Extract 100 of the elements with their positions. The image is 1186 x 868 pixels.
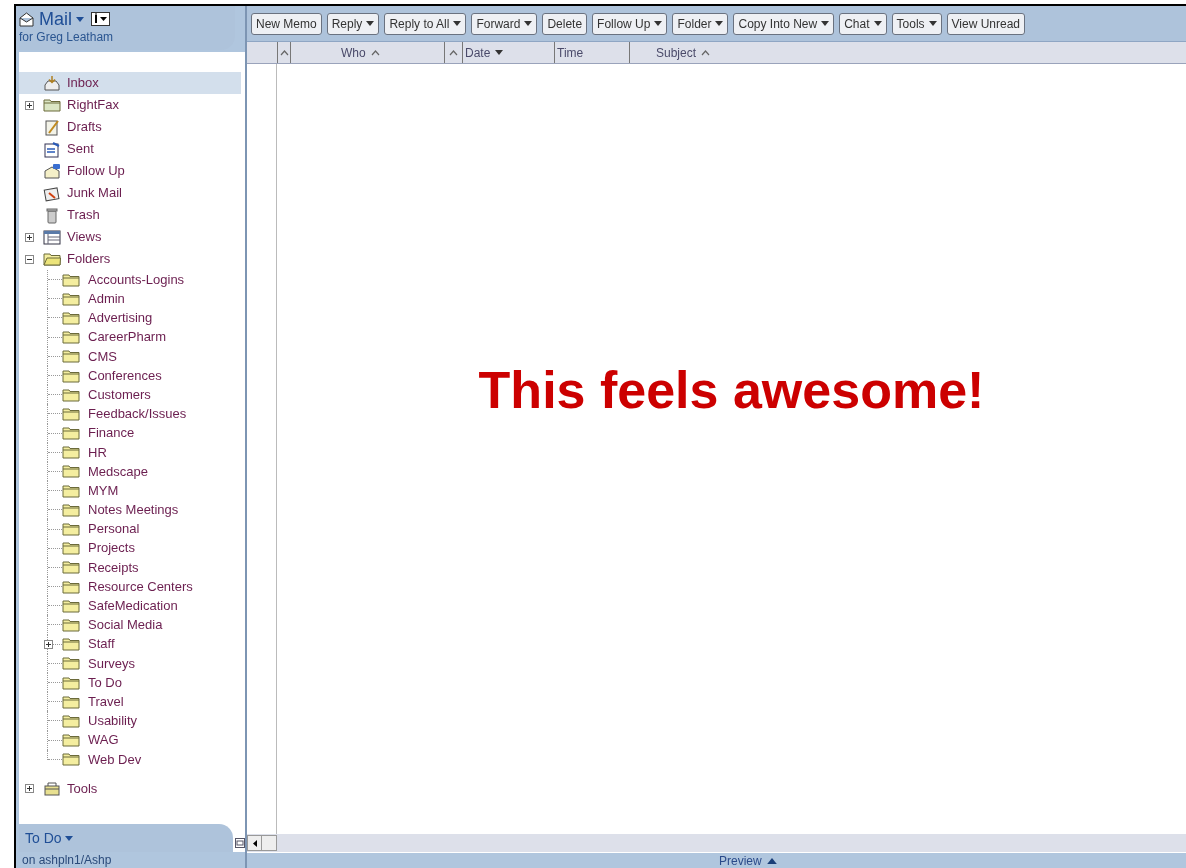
toolbar-button[interactable]: Follow Up — [592, 12, 668, 35]
folder-item[interactable]: Feedback/Issues — [43, 404, 241, 424]
toolbar-button[interactable]: Forward — [471, 12, 538, 35]
folder-item[interactable]: Receipts — [43, 557, 241, 577]
folder-item[interactable]: CareerPharm — [43, 327, 241, 347]
folder-label: Feedback/Issues — [88, 405, 187, 424]
folder-icon — [62, 694, 80, 709]
folder-icon — [62, 387, 80, 402]
nav-label: Follow Up — [67, 162, 125, 181]
nav-item[interactable]: Drafts — [19, 116, 241, 138]
nav-item[interactable]: RightFax — [19, 94, 241, 116]
nav-item[interactable]: Trash — [19, 204, 241, 226]
folder-item[interactable]: Admin — [43, 289, 241, 309]
junk-envelope-icon — [43, 184, 61, 202]
toolbar-button[interactable]: Copy Into New — [733, 12, 835, 35]
folder-label: CMS — [88, 347, 117, 366]
folder-item[interactable]: HR — [43, 442, 241, 462]
folder-item[interactable]: CMS — [43, 346, 241, 366]
nav-label: Trash — [67, 206, 100, 225]
folder-item[interactable]: Surveys — [43, 653, 241, 673]
pencil-notepad-icon — [43, 118, 61, 136]
inbox-tray-icon — [43, 74, 61, 92]
nav-item[interactable]: Follow Up — [19, 160, 241, 182]
folder-item[interactable]: Projects — [43, 538, 241, 558]
column-header[interactable]: Date — [462, 42, 554, 63]
folder-item[interactable]: Conferences — [43, 365, 241, 386]
folder-item[interactable]: Customers — [43, 385, 241, 405]
toolbar-button[interactable]: Delete — [542, 12, 588, 35]
nav-label: Drafts — [67, 118, 102, 137]
toolbar-button[interactable]: Reply — [326, 12, 380, 35]
collapse-icon[interactable] — [24, 254, 34, 264]
expand-icon[interactable] — [24, 232, 34, 242]
folder-label: HR — [88, 443, 107, 462]
folder-item[interactable]: MYM — [43, 481, 241, 501]
folder-label: Medscape — [88, 462, 148, 481]
folder-item[interactable]: Staff — [43, 634, 241, 654]
nav-item[interactable]: Junk Mail — [19, 182, 241, 204]
toolbar-button[interactable]: Folder — [672, 12, 729, 35]
toolbar-button[interactable]: Tools — [891, 12, 942, 35]
column-header[interactable]: Who — [290, 42, 444, 63]
folder-label: Usability — [88, 712, 138, 731]
nav-item[interactable]: Folders — [19, 248, 241, 270]
folder-icon — [62, 656, 80, 671]
nav-item[interactable]: Views — [19, 226, 241, 248]
folder-icon — [62, 541, 80, 556]
column-header[interactable]: Time — [554, 42, 629, 63]
toolbar-button[interactable]: Chat — [839, 12, 887, 35]
folder-item[interactable]: Finance — [43, 423, 241, 443]
folder-item[interactable]: Personal — [43, 519, 241, 539]
caret-down-icon — [64, 835, 73, 841]
folder-item[interactable]: Medscape — [43, 461, 241, 482]
info-menu-icon[interactable] — [91, 12, 110, 26]
todo-tab[interactable]: To Do — [19, 824, 233, 852]
folder-icon — [62, 502, 80, 517]
folder-item[interactable]: SafeMedication — [43, 596, 241, 616]
folder-icon — [62, 310, 80, 325]
nav-label: Junk Mail — [67, 184, 122, 203]
caret-up-icon — [765, 857, 778, 864]
folder-label: MYM — [88, 481, 119, 500]
folder-icon — [62, 272, 80, 287]
folder-item[interactable]: Usability — [43, 711, 241, 731]
folder-item[interactable]: Accounts-Logins — [43, 270, 241, 290]
folder-label: Notes Meetings — [88, 501, 179, 520]
expand-icon[interactable] — [44, 639, 53, 649]
preview-toggle[interactable]: Preview — [719, 851, 778, 868]
folder-label: Social Media — [88, 616, 163, 635]
folder-icon — [62, 617, 80, 632]
folder-item[interactable]: WAG — [43, 730, 241, 750]
folder-label: Web Dev — [88, 750, 142, 769]
column-header[interactable]: Subject — [629, 42, 1186, 63]
trash-can-icon — [43, 206, 61, 224]
folder-item[interactable]: Resource Centers — [43, 577, 241, 597]
folder-item[interactable]: Notes Meetings — [43, 500, 241, 520]
folder-label: Conferences — [88, 366, 162, 385]
folder-icon — [62, 483, 80, 498]
folder-item[interactable]: Advertising — [43, 308, 241, 328]
mail-menu[interactable]: Mail — [39, 9, 84, 29]
column-header[interactable] — [277, 42, 290, 63]
annotation-text: This feels awesome! — [478, 364, 985, 416]
folder-item[interactable]: Social Media — [43, 615, 241, 635]
restore-icon[interactable] — [235, 838, 245, 848]
toolbar-button[interactable]: Reply to All — [384, 12, 467, 35]
folder-icon — [62, 675, 80, 690]
folder-icon — [62, 579, 80, 594]
nav-label: Tools — [67, 780, 98, 799]
folder-item[interactable]: Web Dev — [43, 749, 241, 769]
nav-item[interactable]: Sent — [19, 138, 241, 160]
expand-icon[interactable] — [24, 784, 34, 794]
expand-icon[interactable] — [24, 100, 34, 110]
nav-label: RightFax — [67, 96, 120, 115]
folder-icon — [62, 464, 80, 479]
folder-label: Resource Centers — [88, 577, 193, 596]
folder-icon — [62, 445, 80, 460]
toolbar-button[interactable]: View Unread — [946, 12, 1026, 35]
toolbar-button[interactable]: New Memo — [251, 12, 322, 35]
caret-down-icon — [76, 16, 84, 22]
nav-item[interactable]: Tools — [19, 777, 241, 800]
folder-item[interactable]: To Do — [43, 672, 241, 693]
nav-item[interactable]: Inbox — [19, 72, 241, 94]
folder-item[interactable]: Travel — [43, 692, 241, 712]
